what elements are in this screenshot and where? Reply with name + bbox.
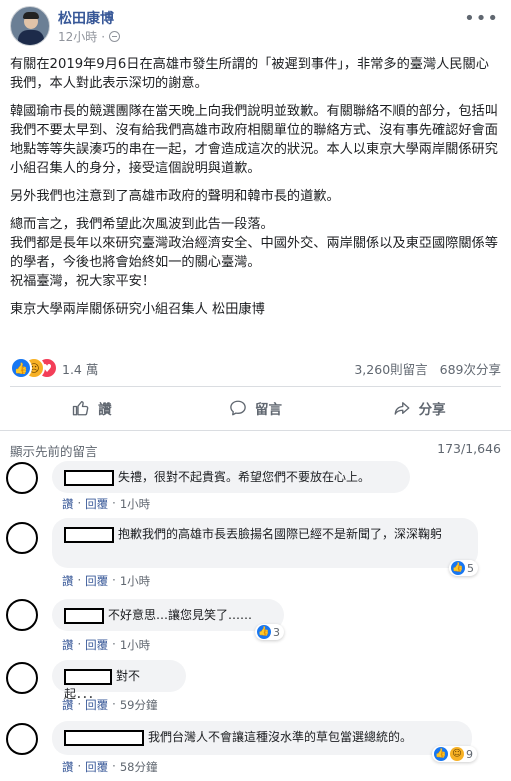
share-label: 分享 xyxy=(418,402,446,418)
divider xyxy=(10,386,501,387)
comment-actions: 讚 · 回覆 · 1小時 xyxy=(62,637,151,653)
redacted-name xyxy=(64,729,144,746)
commenter-avatar[interactable] xyxy=(6,522,38,554)
comment-time[interactable]: 1小時 xyxy=(120,573,150,589)
comment-reactions[interactable]: 👍 3 xyxy=(255,624,284,640)
like-label: 讚 xyxy=(98,402,112,418)
redacted-name xyxy=(64,526,114,543)
author-avatar[interactable] xyxy=(10,6,50,46)
post-paragraph: 韓國瑜市長的競選團隊在當天晚上向我們說明並致歉。有關聯絡不順的部分，包括叫我們不… xyxy=(10,104,498,176)
comment-count[interactable]: 3,260則留言 xyxy=(354,362,427,377)
commenter-avatar[interactable] xyxy=(6,662,38,694)
post-paragraph: 總而言之，我們希望此次風波到此告一段落。 xyxy=(10,217,274,232)
author-name[interactable]: 松田康博 xyxy=(58,8,114,28)
post-paragraph: 有關在2019年9月6日在高雄市發生所謂的「被遲到事件」，非常多的臺灣人民關心我… xyxy=(10,57,489,91)
comment-label: 留言 xyxy=(255,402,282,418)
comment-bubble: 對不起．．． xyxy=(52,660,186,701)
commenter-avatar[interactable] xyxy=(6,462,38,494)
redacted-name xyxy=(64,668,112,685)
share-button[interactable]: 分享 xyxy=(337,392,501,424)
comment-reply-link[interactable]: 回覆 xyxy=(85,496,108,512)
post-signature: 東京大學兩岸關係研究小組召集人 松田康博 xyxy=(10,302,265,317)
share-count[interactable]: 689次分享 xyxy=(440,362,501,377)
comment-button[interactable]: 留言 xyxy=(174,392,338,424)
comment-reaction-count: 9 xyxy=(466,747,473,761)
comment-reply-link[interactable]: 回覆 xyxy=(85,759,108,775)
comment-like-link[interactable]: 讚 xyxy=(62,697,74,713)
haha-icon: ☺ xyxy=(450,747,464,761)
comment-like-link[interactable]: 讚 xyxy=(62,496,74,512)
comment-reply-link[interactable]: 回覆 xyxy=(85,637,108,653)
thumbs-up-icon xyxy=(72,400,89,416)
divider xyxy=(0,430,511,431)
post-header: 松田康博 12小時 · ••• xyxy=(10,6,501,50)
show-previous-comments-link[interactable]: 顯示先前的留言 xyxy=(10,441,98,460)
comment-text: 我們台灣人不會讓這種沒水準的草包當選總統的。 xyxy=(148,730,413,744)
reactions-summary: 👍 ☹ ♥ 1.4 萬 3,260則留言 689次分享 xyxy=(10,357,501,379)
comment-bubble: 失禮，很對不起貴賓。希望您們不要放在心上。 xyxy=(52,461,410,493)
post-text: 有關在2019年9月6日在高雄市發生所謂的「被遲到事件」，非常多的臺灣人民關心我… xyxy=(10,55,501,319)
comment-time[interactable]: 1小時 xyxy=(120,637,150,653)
comment-reactions[interactable]: 👍 5 xyxy=(449,560,478,576)
post-paragraph: 我們都是長年以來研究臺灣政治經濟安全、中國外交、兩岸關係以及東亞國際關係等的學者… xyxy=(10,236,498,270)
like-icon: 👍 xyxy=(434,747,448,761)
redacted-name xyxy=(64,607,104,624)
comment-actions: 讚 · 回覆 · 58分鐘 xyxy=(62,759,158,775)
comment-reply-link[interactable]: 回覆 xyxy=(85,697,108,713)
post-paragraph: 另外我們也注意到了高雄市政府的聲明和韓市長的道歉。 xyxy=(10,189,340,204)
comment-text: 抱歉我們的高雄市長丟臉揚名國際已經不是新聞了，深深鞠躬 xyxy=(118,527,443,541)
post-time[interactable]: 12小時 xyxy=(58,28,97,45)
comment-actions: 讚 · 回覆 · 59分鐘 xyxy=(62,697,158,713)
engagement-counts: 3,260則留言 689次分享 xyxy=(354,359,501,378)
like-button[interactable]: 讚 xyxy=(10,392,174,424)
comment-like-link[interactable]: 讚 xyxy=(62,637,74,653)
comment-reaction-count: 5 xyxy=(467,561,474,575)
comment-time[interactable]: 1小時 xyxy=(120,496,150,512)
post-paragraph: 祝福臺灣，祝大家平安！ xyxy=(10,274,156,289)
commenter-avatar[interactable] xyxy=(6,723,38,755)
comment-time[interactable]: 58分鐘 xyxy=(120,759,158,775)
like-icon[interactable]: 👍 xyxy=(10,357,32,379)
comment-actions: 讚 · 回覆 · 1小時 xyxy=(62,496,151,512)
comment-bubble: 抱歉我們的高雄市長丟臉揚名國際已經不是新聞了，深深鞠躬 xyxy=(52,518,478,568)
comment-reactions[interactable]: 👍 ☺ 9 xyxy=(432,746,477,762)
reaction-count[interactable]: 1.4 萬 xyxy=(62,359,98,378)
like-icon: 👍 xyxy=(257,625,271,639)
more-options-icon[interactable]: ••• xyxy=(464,8,499,29)
comment-reply-link[interactable]: 回覆 xyxy=(85,573,108,589)
comment-actions: 讚 · 回覆 · 1小時 xyxy=(62,573,151,589)
post-meta: 12小時 · xyxy=(58,28,121,45)
comment-bubble: 我們台灣人不會讓這種沒水準的草包當選總統的。 xyxy=(52,721,472,755)
share-arrow-icon xyxy=(394,402,410,415)
comment-text: 不好意思…讓您見笑了…… xyxy=(108,608,253,622)
comment-time[interactable]: 59分鐘 xyxy=(120,697,158,713)
action-bar: 讚 留言 分享 xyxy=(10,392,501,424)
globe-icon xyxy=(109,31,121,42)
comment-like-link[interactable]: 讚 xyxy=(62,573,74,589)
comment-like-link[interactable]: 讚 xyxy=(62,759,74,775)
redacted-name xyxy=(64,469,114,486)
like-icon: 👍 xyxy=(451,561,465,575)
speech-bubble-icon xyxy=(230,400,246,416)
comments-pagination: 173/1,646 xyxy=(437,441,501,456)
commenter-avatar[interactable] xyxy=(6,599,38,631)
comment-bubble: 不好意思…讓您見笑了…… xyxy=(52,599,284,631)
comment-text: 失禮，很對不起貴賓。希望您們不要放在心上。 xyxy=(118,470,371,484)
comment-reaction-count: 3 xyxy=(273,625,280,639)
